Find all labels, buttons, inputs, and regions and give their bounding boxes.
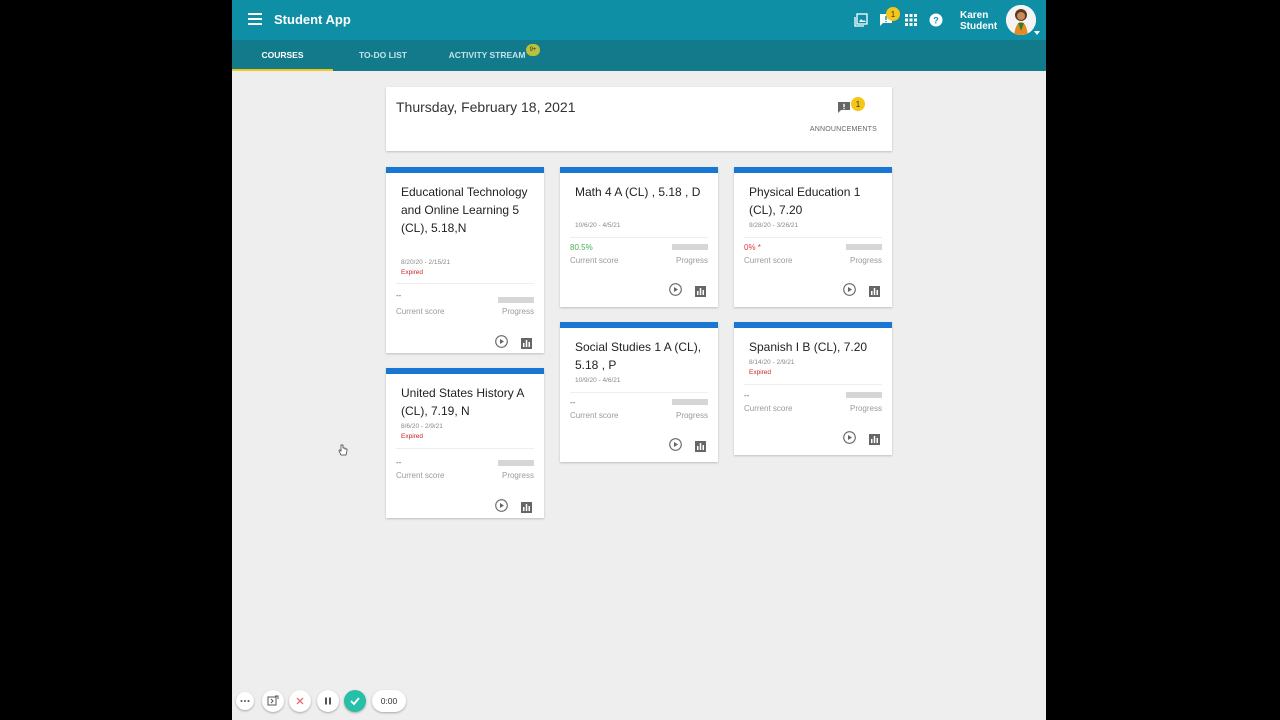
cancel-recording-icon[interactable] <box>289 690 311 712</box>
current-score-label: Current score <box>396 307 445 316</box>
top-app-bar: Student App 1 ? Karen Student <box>232 0 1046 40</box>
progress-bar <box>846 392 882 398</box>
course-title: Math 4 A (CL) , 5.18 , D <box>575 185 701 199</box>
pause-icon[interactable] <box>317 690 339 712</box>
current-score-value: 0% * <box>744 243 761 252</box>
recording-timer: 0:00 <box>372 690 406 712</box>
course-card-physical-education[interactable]: Physical Education 1 (CL), 7.20 9/28/20 … <box>734 167 892 307</box>
current-date: Thursday, February 18, 2021 <box>396 99 576 115</box>
user-last-name: Student <box>960 21 998 32</box>
progress-label: Progress <box>849 256 882 265</box>
play-icon[interactable] <box>843 283 856 296</box>
play-icon[interactable] <box>495 499 508 512</box>
current-score-label: Current score <box>570 256 619 265</box>
course-dates: 8/14/20 - 2/9/21 <box>749 359 795 366</box>
progress-bar <box>672 399 708 405</box>
course-dates: 10/6/20 - 4/5/21 <box>575 222 621 229</box>
progress-bar <box>672 244 708 250</box>
course-dates: 8/20/20 - 2/15/21 <box>401 259 451 266</box>
progress-label: Progress <box>849 404 882 413</box>
hand-cursor-icon <box>338 444 348 462</box>
user-first-name: Karen <box>960 10 989 21</box>
course-card-united-states-history[interactable]: United States History A (CL), 7.19, N 8/… <box>386 368 544 518</box>
divider <box>570 237 708 238</box>
current-score-label: Current score <box>744 256 793 265</box>
tab-bar: COURSES TO-DO LIST ACTIVITY STREAM 9+ <box>232 40 1046 71</box>
chart-icon[interactable] <box>869 284 880 297</box>
progress-bar <box>846 244 882 250</box>
help-icon[interactable]: ? <box>928 12 944 28</box>
course-card-spanish[interactable]: Spanish I B (CL), 7.20 8/14/20 - 2/9/21 … <box>734 322 892 455</box>
notification-count-badge: 1 <box>886 7 900 21</box>
chart-icon[interactable] <box>695 439 706 452</box>
announcements-link[interactable]: ANNOUNCEMENTS <box>810 126 877 133</box>
screen-capture-icon[interactable] <box>262 690 284 712</box>
play-icon[interactable] <box>495 335 508 348</box>
course-card-social-studies[interactable]: Social Studies 1 A (CL), 5.18 , P 10/9/2… <box>560 322 718 462</box>
progress-label: Progress <box>501 307 534 316</box>
announcement-count-badge: 1 <box>851 97 865 111</box>
more-options-icon[interactable] <box>236 692 254 710</box>
tab-to-do-list[interactable]: TO-DO LIST <box>350 40 416 71</box>
course-title: Educational Technology and Online Learni… <box>401 185 528 235</box>
divider <box>396 448 534 449</box>
play-icon[interactable] <box>843 431 856 444</box>
current-score-value: -- <box>396 291 402 300</box>
chart-icon[interactable] <box>695 284 706 297</box>
current-score-value: -- <box>744 391 750 400</box>
chevron-down-icon[interactable] <box>1034 31 1040 35</box>
svg-text:?: ? <box>933 16 939 26</box>
current-score-label: Current score <box>396 471 445 480</box>
chart-icon[interactable] <box>869 432 880 445</box>
progress-label: Progress <box>675 256 708 265</box>
chart-icon[interactable] <box>521 336 532 349</box>
current-score-value: -- <box>396 458 402 467</box>
user-name[interactable]: Karen Student <box>960 10 997 32</box>
menu-icon[interactable] <box>248 13 262 27</box>
active-tab-indicator <box>232 69 333 71</box>
avatar[interactable] <box>1006 5 1036 35</box>
gallery-icon[interactable] <box>853 12 869 28</box>
current-score-label: Current score <box>570 411 619 420</box>
course-card-math[interactable]: Math 4 A (CL) , 5.18 , D 10/6/20 - 4/5/2… <box>560 167 718 307</box>
divider <box>744 237 882 238</box>
announcement-icon[interactable] <box>838 101 850 113</box>
current-score-label: Current score <box>744 404 793 413</box>
play-icon[interactable] <box>669 438 682 451</box>
course-title: Physical Education 1 (CL), 7.20 <box>749 185 861 217</box>
app-title: Student App <box>274 12 351 27</box>
current-score-value: -- <box>570 398 576 407</box>
date-card: Thursday, February 18, 2021 1 ANNOUNCEME… <box>386 87 892 151</box>
progress-bar <box>498 460 534 466</box>
progress-label: Progress <box>501 471 534 480</box>
divider <box>744 384 882 385</box>
tab-activity-stream[interactable]: ACTIVITY STREAM <box>440 40 534 71</box>
chart-icon[interactable] <box>521 500 532 513</box>
course-title: Social Studies 1 A (CL), 5.18 , P <box>575 340 702 372</box>
course-status: Expired <box>401 433 424 440</box>
divider <box>570 392 708 393</box>
progress-bar <box>498 297 534 303</box>
course-card-educational-technology[interactable]: Educational Technology and Online Learni… <box>386 167 544 353</box>
divider <box>396 283 534 284</box>
course-title: United States History A (CL), 7.19, N <box>401 386 524 418</box>
finish-recording-icon[interactable] <box>344 690 366 712</box>
course-status: Expired <box>749 369 772 376</box>
activity-stream-badge: 9+ <box>526 44 540 56</box>
course-dates: 8/6/20 - 2/9/21 <box>401 423 443 430</box>
course-dates: 9/28/20 - 3/26/21 <box>749 222 799 229</box>
course-title: Spanish I B (CL), 7.20 <box>749 340 868 354</box>
apps-grid-icon[interactable] <box>903 12 919 28</box>
student-app: Student App 1 ? Karen Student COURSES TO… <box>232 0 1046 720</box>
course-dates: 10/9/20 - 4/6/21 <box>575 377 621 384</box>
progress-label: Progress <box>675 411 708 420</box>
tab-courses[interactable]: COURSES <box>232 40 333 71</box>
play-icon[interactable] <box>669 283 682 296</box>
current-score-value: 80.5% <box>570 243 593 252</box>
course-status: Expired <box>401 269 424 276</box>
